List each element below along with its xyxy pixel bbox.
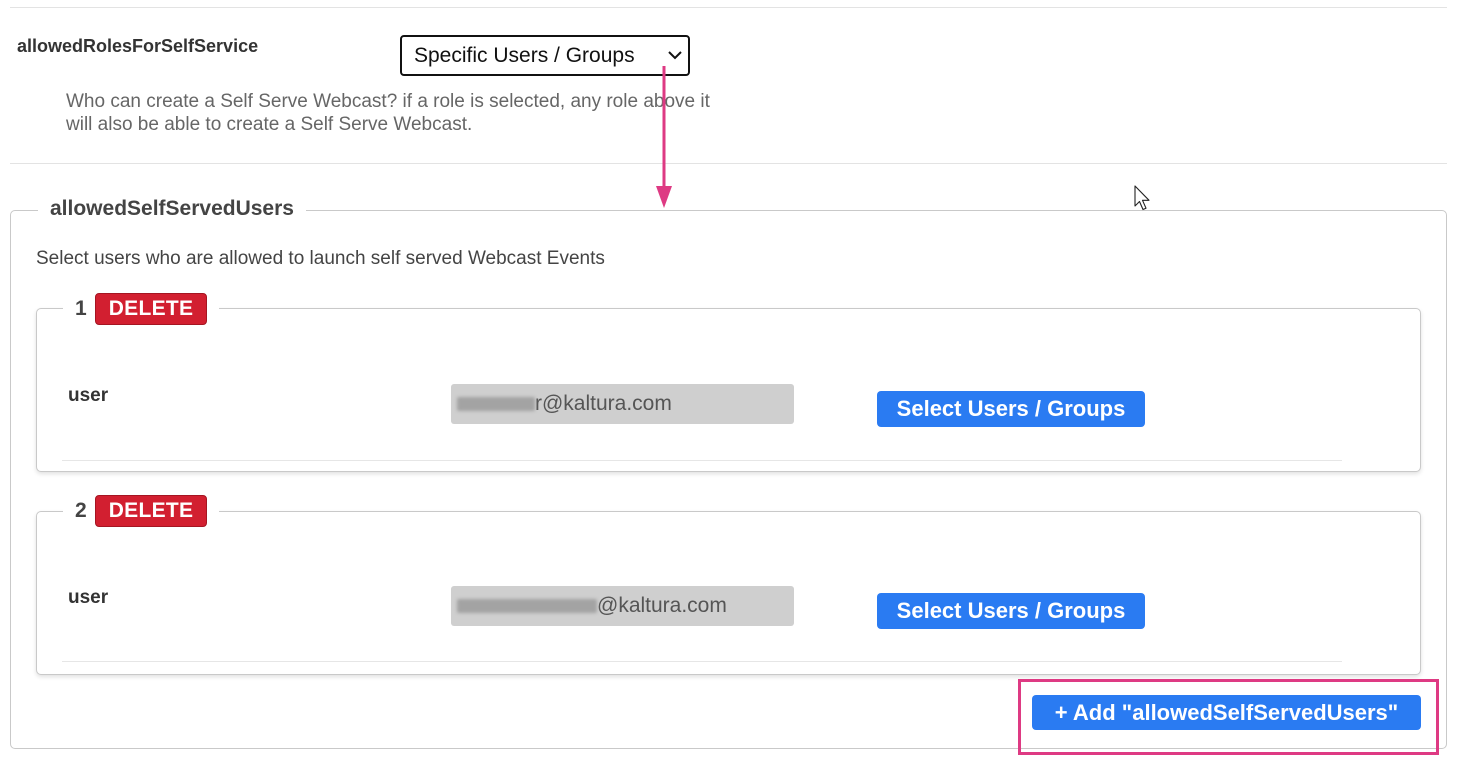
allowed-roles-selected-value: Specific Users / Groups: [414, 43, 635, 67]
user-input-value: r@kaltura.com: [535, 392, 672, 415]
mouse-pointer-icon: [1134, 185, 1150, 211]
allowed-roles-label: allowedRolesForSelfService: [17, 36, 259, 56]
allowed-self-served-users-description: Select users who are allowed to launch s…: [36, 248, 605, 269]
select-users-groups-button[interactable]: Select Users / Groups: [877, 391, 1145, 427]
item-number: 1: [75, 297, 87, 320]
top-divider: [10, 7, 1447, 8]
redacted-text: [457, 397, 535, 411]
user-field-label: user: [68, 587, 109, 608]
select-users-groups-button[interactable]: Select Users / Groups: [877, 593, 1145, 629]
chevron-down-icon: [662, 51, 688, 60]
delete-button[interactable]: DELETE: [94, 293, 208, 325]
allowed-roles-help-text: Who can create a Self Serve Webcast? if …: [66, 91, 710, 135]
user-input-value: @kaltura.com: [597, 594, 727, 617]
user-field-label: user: [68, 385, 109, 406]
item-divider: [62, 460, 1342, 461]
arrow-down-icon: [656, 66, 672, 208]
item-number: 2: [75, 499, 87, 522]
allowed-self-served-users-legend: allowedSelfServedUsers: [38, 197, 306, 221]
section-divider: [10, 163, 1447, 164]
user-input[interactable]: r@kaltura.com: [451, 384, 794, 424]
annotation-highlight-box: [1018, 679, 1439, 755]
redacted-text: [457, 599, 597, 613]
user-item-2-header: 2 DELETE: [63, 493, 220, 529]
user-item-1-header: 1 DELETE: [63, 291, 220, 327]
delete-button[interactable]: DELETE: [94, 495, 208, 527]
allowed-roles-select[interactable]: Specific Users / Groups: [400, 35, 690, 76]
item-divider: [62, 661, 1342, 662]
user-input[interactable]: @kaltura.com: [451, 586, 794, 626]
